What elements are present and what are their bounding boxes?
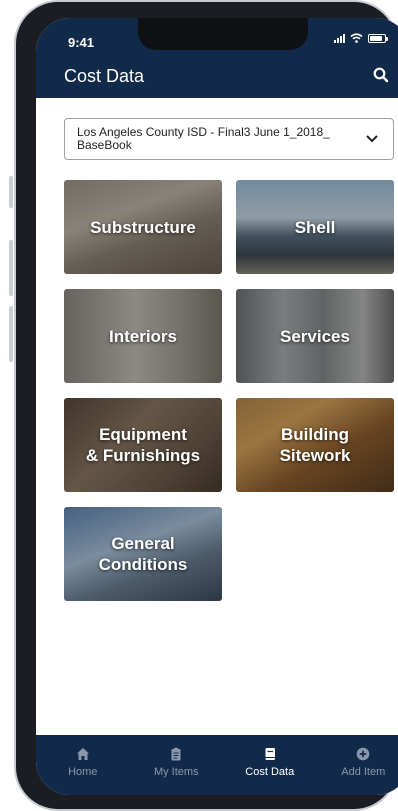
category-label: Substructure xyxy=(90,217,196,237)
category-tile-building-sitework[interactable]: Building Sitework xyxy=(236,398,394,492)
chevron-down-icon xyxy=(366,135,378,143)
tab-home[interactable]: Home xyxy=(36,735,130,795)
category-label: Interiors xyxy=(108,326,178,346)
category-tile-shell[interactable]: Shell xyxy=(236,180,394,274)
category-tile-substructure[interactable]: Substructure xyxy=(64,180,222,274)
app-header: 9:41 Cost Data xyxy=(36,18,398,98)
tab-label: Cost Data xyxy=(245,766,295,778)
tab-label: Home xyxy=(68,766,98,778)
volume-up-button xyxy=(9,240,13,296)
costbook-select[interactable]: Los Angeles County ISD - Final3 June 1_2… xyxy=(64,118,394,160)
plus-circle-icon xyxy=(356,747,370,761)
category-label: Building Sitework xyxy=(279,425,351,465)
signal-icon xyxy=(334,33,345,43)
page-title: Cost Data xyxy=(64,66,145,86)
category-label: Services xyxy=(280,326,350,346)
status-icons xyxy=(334,33,388,43)
status-time: 9:41 xyxy=(68,35,95,50)
home-icon xyxy=(76,748,89,760)
device-notch xyxy=(138,18,308,50)
tab-my-items[interactable]: My Items xyxy=(130,735,224,795)
tab-add-item[interactable]: Add Item xyxy=(317,735,398,795)
bottom-tab-bar: Home My Items Cost Data Add Item xyxy=(36,735,398,795)
category-label: Shell xyxy=(294,217,336,237)
tab-cost-data[interactable]: Cost Data xyxy=(223,735,317,795)
book-icon xyxy=(265,748,275,760)
app-screen: 9:41 Cost Data Los Angeles County ISD - … xyxy=(36,18,398,795)
mute-switch xyxy=(9,176,13,208)
phone-frame: 9:41 Cost Data Los Angeles County ISD - … xyxy=(14,0,398,811)
category-tile-services[interactable]: Services xyxy=(236,289,394,383)
costbook-select-value: Los Angeles County ISD - Final3 June 1_2… xyxy=(77,125,330,152)
wifi-icon xyxy=(350,33,363,43)
clipboard-icon xyxy=(171,747,181,761)
category-tile-equipment-furnishings[interactable]: Equipment & Furnishings xyxy=(64,398,222,492)
category-tile-interiors[interactable]: Interiors xyxy=(64,289,222,383)
category-tile-general-conditions[interactable]: General Conditions xyxy=(64,507,222,601)
category-label: General Conditions xyxy=(98,534,188,574)
tab-label: My Items xyxy=(153,766,199,778)
category-label: Equipment & Furnishings xyxy=(85,425,201,465)
volume-down-button xyxy=(9,306,13,362)
search-icon[interactable] xyxy=(372,66,390,84)
tab-label: Add Item xyxy=(341,766,386,778)
battery-icon xyxy=(368,34,388,43)
